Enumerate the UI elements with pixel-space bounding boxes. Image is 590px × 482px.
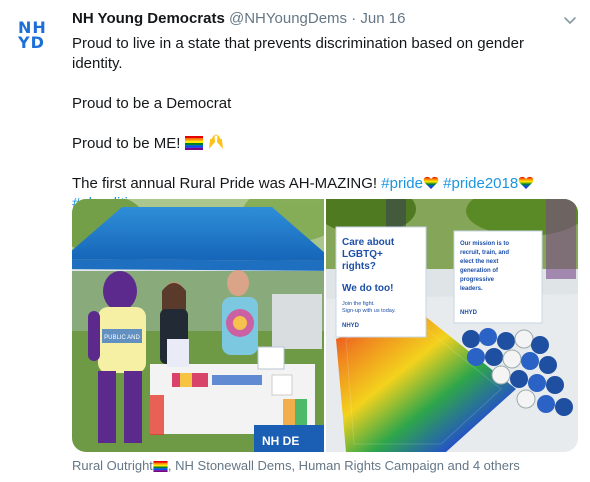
caption-text: , NH Stonewall Dems, Human Rights Campai… [167, 458, 520, 473]
chevron-down-icon[interactable] [562, 12, 578, 28]
tweet-line: Proud to live in a state that prevents d… [72, 35, 524, 72]
tweet-text: Proud to live in a state that prevents d… [72, 34, 577, 214]
hashtag-link[interactable]: #pride [381, 175, 423, 192]
rainbow-heart-icon [518, 176, 534, 189]
photo-table-signs[interactable]: Care about LGBTQ+ rights? We do too! Joi… [326, 199, 578, 452]
sign-line: Join the fight. [342, 301, 375, 307]
tweet-header: NH Young Democrats @NHYoungDems · Jun 16 [72, 10, 405, 27]
shirt-text: PUBLIC AND [104, 335, 140, 341]
banner-text: NH DE [262, 434, 299, 448]
sign-line: progressive [460, 277, 495, 283]
tweet-line: Proud to be ME! [72, 134, 577, 154]
media-grid: PUBLIC AND NH DE Care about LGBTQ+ right… [72, 199, 578, 452]
sign-line: leaders. [460, 286, 483, 292]
rainbow-flag-icon [153, 461, 168, 472]
tweet-line-text: The first annual Rural Pride was AH-MAZI… [72, 175, 382, 192]
username[interactable]: @NHYoungDems [229, 10, 347, 27]
timestamp[interactable]: Jun 16 [360, 10, 405, 27]
sign-line: We do too! [342, 283, 393, 294]
tweet-line-text: Proud to be ME! [72, 135, 181, 152]
caption-text: Rural Outright [72, 458, 153, 473]
sign-line: LGBTQ+ [342, 249, 383, 260]
sign-line: Our mission is to [460, 241, 509, 247]
raised-hands-icon [208, 134, 223, 149]
sign-line: rights? [342, 261, 376, 272]
sign-line: Care about [342, 237, 395, 248]
rainbow-flag-icon [184, 136, 203, 150]
separator: · [351, 10, 357, 27]
tweet[interactable]: NH YD NH Young Democrats @NHYoungDems · … [0, 0, 590, 482]
sign-line: elect the next [460, 259, 498, 265]
media-tags[interactable]: Rural Outright , NH Stonewall Dems, Huma… [72, 458, 520, 473]
sign-line: Sign-up with us today. [342, 308, 396, 314]
avatar[interactable]: NH YD [18, 20, 58, 60]
tweet-line: The first annual Rural Pride was AH-MAZI… [72, 174, 577, 194]
sign-line: NHYD [460, 310, 478, 316]
avatar-line-yd: YD [18, 33, 45, 52]
sign-line: recruit, train, and [460, 250, 509, 256]
rainbow-heart-icon [423, 176, 439, 189]
tweet-line: Proud to be a Democrat [72, 95, 232, 112]
photo-booth-people[interactable]: PUBLIC AND NH DE [72, 199, 324, 452]
sign-line: generation of [460, 268, 499, 274]
hashtag-link[interactable]: #pride2018 [443, 175, 518, 192]
sign-line: NHYD [342, 323, 360, 329]
display-name[interactable]: NH Young Democrats [72, 10, 225, 27]
